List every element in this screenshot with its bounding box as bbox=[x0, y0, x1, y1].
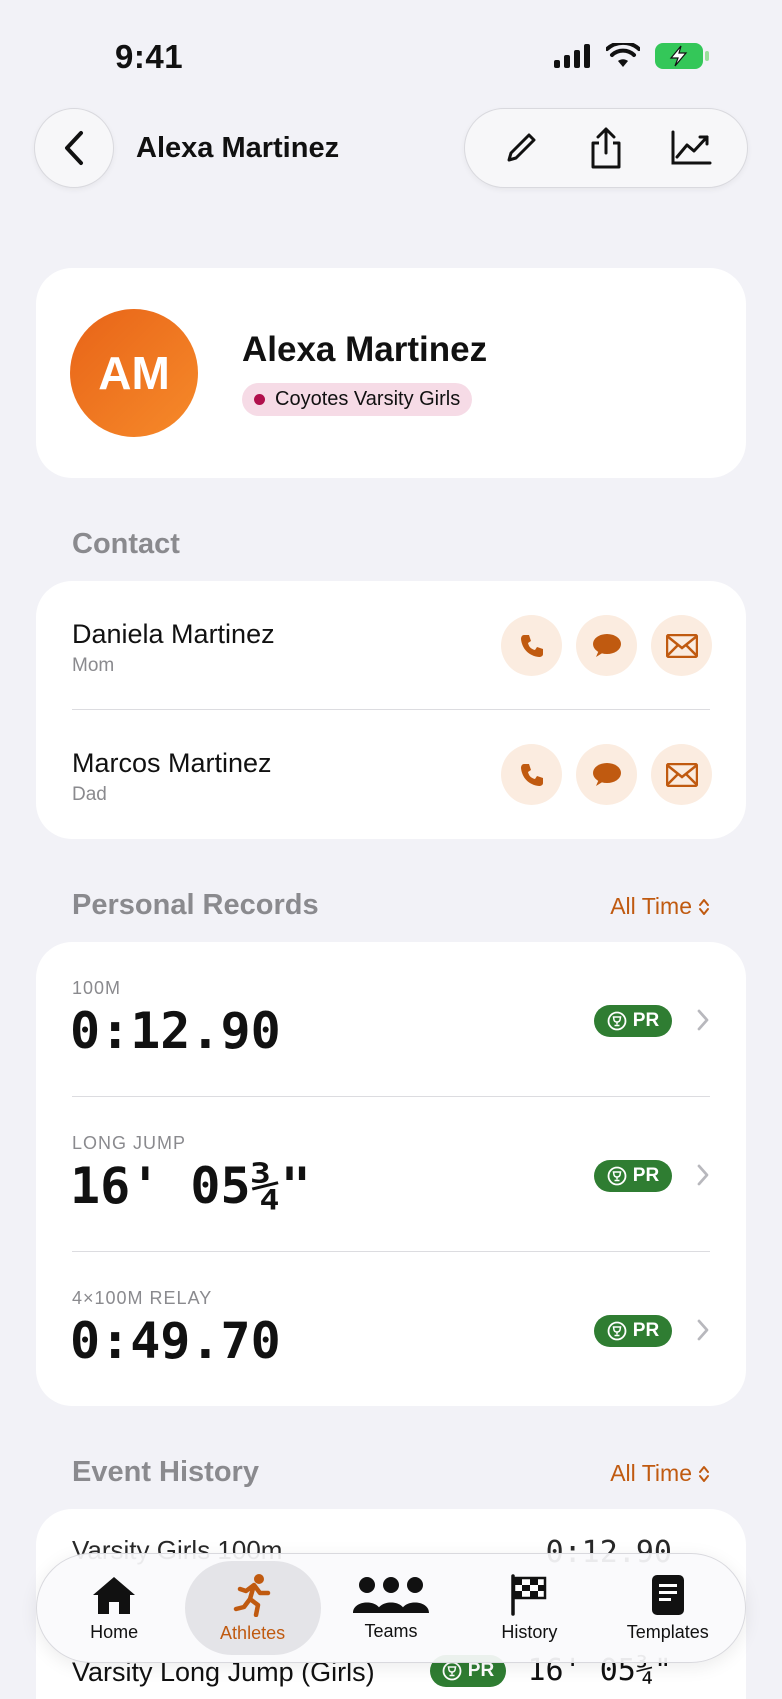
chevron-right-icon bbox=[697, 1164, 709, 1186]
tab-bar: Home Athletes Teams History Templates bbox=[36, 1553, 746, 1663]
people-icon bbox=[352, 1576, 429, 1613]
tab-label: Athletes bbox=[220, 1622, 286, 1643]
avatar-initials: AM bbox=[98, 347, 170, 399]
tab-home[interactable]: Home bbox=[46, 1561, 182, 1655]
house-icon bbox=[93, 1576, 136, 1614]
team-name: Coyotes Varsity Girls bbox=[275, 388, 461, 410]
envelope-icon bbox=[665, 762, 698, 787]
pr-badge: PR bbox=[594, 1005, 672, 1037]
team-color-dot bbox=[254, 394, 265, 405]
navigation-bar: Alexa Martinez bbox=[0, 108, 782, 192]
pencil-icon bbox=[507, 133, 536, 162]
personal-records-card: 100M 0:12.90 PR LONG JUMP 16' 05¾" PR 4×… bbox=[36, 942, 746, 1406]
message-bubble-icon bbox=[592, 633, 621, 657]
stats-button[interactable] bbox=[661, 118, 721, 178]
pr-badge: PR bbox=[594, 1315, 672, 1347]
tab-label: History bbox=[501, 1621, 558, 1642]
envelope-icon bbox=[665, 633, 698, 658]
event-history-header: Event History bbox=[72, 1456, 259, 1488]
nav-title: Alexa Martinez bbox=[136, 132, 340, 164]
tab-athletes[interactable]: Athletes bbox=[184, 1561, 321, 1655]
trophy-icon bbox=[442, 1661, 462, 1681]
wifi-icon bbox=[606, 43, 640, 67]
history-filter-label: All Time bbox=[610, 1460, 692, 1486]
record-value: 0:49.70 bbox=[70, 1312, 281, 1370]
contact-row: Daniela Martinez Mom bbox=[36, 581, 746, 710]
share-button[interactable] bbox=[576, 118, 636, 178]
record-event: 100M bbox=[72, 978, 122, 998]
cellular-signal-icon bbox=[554, 44, 590, 68]
athlete-name: Alexa Martinez bbox=[242, 330, 488, 369]
message-bubble-icon bbox=[592, 762, 621, 786]
record-event: LONG JUMP bbox=[72, 1133, 187, 1153]
message-button[interactable] bbox=[576, 744, 637, 805]
record-row[interactable]: LONG JUMP 16' 05¾" PR bbox=[36, 1097, 746, 1252]
email-button[interactable] bbox=[651, 615, 712, 676]
tab-templates[interactable]: Templates bbox=[600, 1561, 736, 1655]
message-button[interactable] bbox=[576, 615, 637, 676]
avatar: AM bbox=[70, 309, 198, 437]
status-icons bbox=[554, 42, 710, 70]
status-bar: 9:41 bbox=[0, 0, 782, 110]
checkered-flag-icon bbox=[511, 1573, 547, 1616]
records-filter-dropdown[interactable]: All Time bbox=[610, 893, 710, 920]
record-row[interactable]: 4×100M RELAY 0:49.70 PR bbox=[36, 1252, 746, 1407]
contact-card: Daniela Martinez Mom Marcos Martinez Dad bbox=[36, 581, 746, 839]
contact-actions bbox=[501, 744, 712, 805]
email-button[interactable] bbox=[651, 744, 712, 805]
status-time: 9:41 bbox=[115, 38, 184, 75]
record-row[interactable]: 100M 0:12.90 PR bbox=[36, 942, 746, 1097]
phone-icon bbox=[520, 634, 543, 657]
pr-badge-label: PR bbox=[467, 1660, 495, 1681]
tab-label: Home bbox=[90, 1621, 139, 1642]
history-filter-dropdown[interactable]: All Time bbox=[610, 1460, 710, 1487]
back-button[interactable] bbox=[34, 108, 114, 188]
pr-badge-label: PR bbox=[632, 1165, 660, 1186]
contact-relation: Dad bbox=[72, 784, 107, 805]
record-value: 16' 05¾" bbox=[70, 1157, 311, 1215]
tab-teams[interactable]: Teams bbox=[323, 1561, 459, 1655]
chevron-up-down-icon bbox=[699, 1465, 709, 1482]
runner-icon bbox=[233, 1573, 270, 1617]
tab-label: Teams bbox=[364, 1620, 418, 1641]
record-event: 4×100M RELAY bbox=[72, 1288, 213, 1308]
phone-icon bbox=[520, 763, 543, 786]
contact-name: Daniela Martinez bbox=[72, 619, 275, 649]
trophy-icon bbox=[607, 1166, 627, 1186]
records-filter-label: All Time bbox=[610, 893, 692, 919]
record-value: 0:12.90 bbox=[70, 1002, 281, 1060]
chevron-right-icon bbox=[697, 1009, 709, 1031]
contact-row: Marcos Martinez Dad bbox=[36, 710, 746, 839]
tab-history[interactable]: History bbox=[461, 1561, 597, 1655]
tab-label: Templates bbox=[626, 1621, 709, 1642]
edit-button[interactable] bbox=[491, 118, 551, 178]
chevron-right-icon bbox=[697, 1319, 709, 1341]
pr-badge-label: PR bbox=[632, 1320, 660, 1341]
pr-badge-label: PR bbox=[632, 1010, 660, 1031]
battery-charging-icon bbox=[655, 43, 709, 69]
trend-chart-icon bbox=[671, 130, 712, 165]
trophy-icon bbox=[607, 1011, 627, 1031]
call-button[interactable] bbox=[501, 615, 562, 676]
team-badge[interactable]: Coyotes Varsity Girls bbox=[242, 383, 473, 416]
chevron-left-icon bbox=[65, 131, 83, 165]
trophy-icon bbox=[607, 1321, 627, 1341]
contact-name: Marcos Martinez bbox=[72, 748, 272, 778]
contact-relation: Mom bbox=[72, 655, 115, 676]
document-icon bbox=[651, 1574, 684, 1615]
nav-actions bbox=[464, 108, 748, 188]
pr-badge: PR bbox=[594, 1160, 672, 1192]
call-button[interactable] bbox=[501, 744, 562, 805]
contact-header: Contact bbox=[72, 528, 180, 560]
chevron-up-down-icon bbox=[699, 898, 709, 915]
share-icon bbox=[591, 127, 621, 169]
profile-card: AM Alexa Martinez Coyotes Varsity Girls bbox=[36, 268, 746, 478]
contact-actions bbox=[501, 615, 712, 676]
personal-records-header: Personal Records bbox=[72, 889, 319, 921]
